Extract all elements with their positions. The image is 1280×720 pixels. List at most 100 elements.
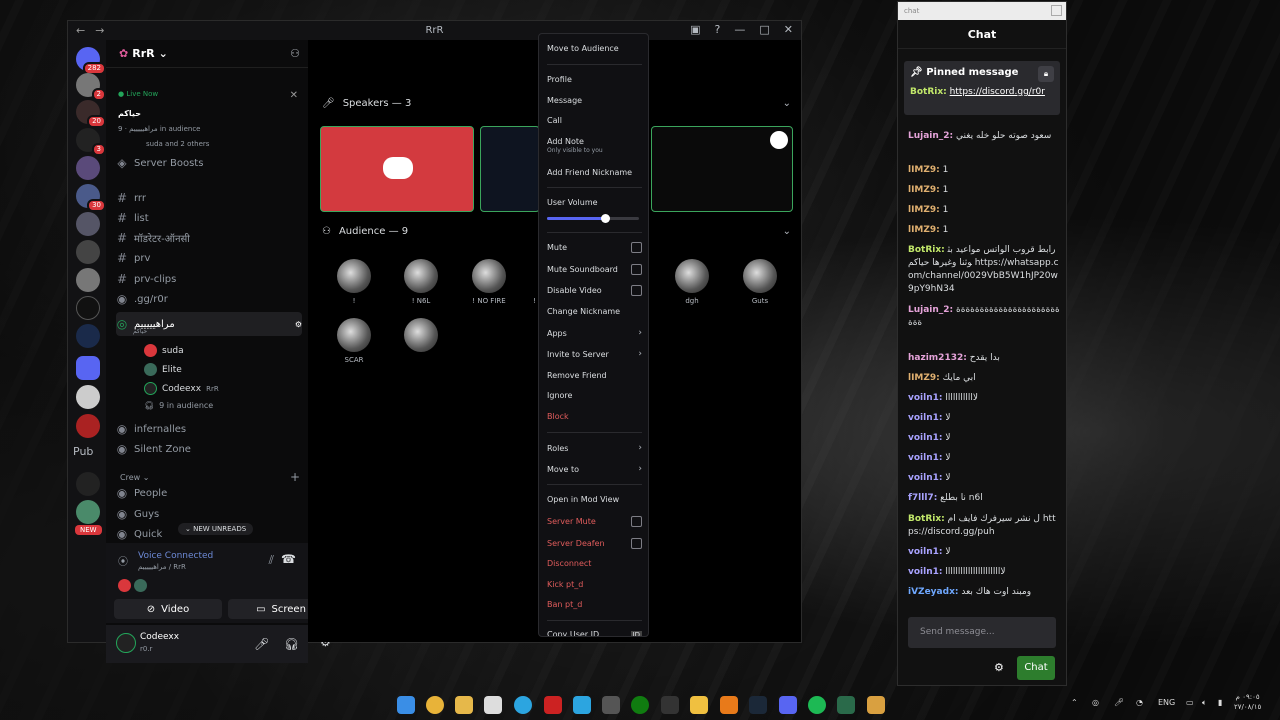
chat-input[interactable]: Send message... bbox=[908, 617, 1056, 648]
mute-soundboard-checkbox[interactable] bbox=[631, 264, 642, 275]
tray-chevron-icon[interactable]: ⌃ bbox=[1071, 698, 1078, 707]
audience-count[interactable]: 🎧︎ 9 in audience bbox=[144, 401, 213, 410]
dismiss-live-icon[interactable]: ✕ bbox=[290, 90, 298, 101]
guild-icon[interactable] bbox=[76, 156, 100, 180]
menu-apps[interactable]: Apps › bbox=[547, 328, 642, 338]
menu-message[interactable]: Message bbox=[547, 96, 642, 105]
stage-member[interactable]: suda bbox=[144, 344, 184, 357]
guild-text-pub[interactable]: Pub bbox=[73, 445, 93, 458]
noise-suppression-icon[interactable]: ⫽ bbox=[269, 553, 274, 568]
channel-prv[interactable]: # prv bbox=[116, 249, 302, 267]
chat-send-button[interactable]: Chat bbox=[1017, 656, 1055, 680]
audience-member[interactable]: Guts bbox=[743, 259, 777, 305]
server-mute-checkbox[interactable] bbox=[631, 516, 642, 527]
user-volume-slider[interactable] bbox=[547, 214, 639, 223]
microphone-icon[interactable]: 🎤︎ bbox=[254, 637, 269, 651]
guild-icon[interactable]: 30 bbox=[76, 184, 106, 212]
guild-icon[interactable]: 20 bbox=[76, 100, 106, 128]
signal-icon[interactable]: ⦿ bbox=[118, 553, 128, 568]
lock-icon[interactable]: 🔒︎ bbox=[1038, 66, 1054, 82]
channel-list[interactable]: # list bbox=[116, 209, 302, 227]
stage-channel-actions-icon[interactable]: ⚙ bbox=[295, 320, 302, 329]
menu-remove-friend[interactable]: Remove Friend bbox=[547, 371, 642, 380]
start-icon[interactable] bbox=[397, 696, 415, 714]
guild-icon[interactable]: 2 bbox=[76, 73, 106, 101]
guild-icon[interactable] bbox=[76, 385, 100, 409]
add-member-icon[interactable]: ⚇ bbox=[290, 47, 300, 60]
mute-checkbox[interactable] bbox=[631, 242, 642, 253]
volume-knob[interactable] bbox=[601, 214, 610, 223]
spotify-icon[interactable] bbox=[808, 696, 826, 714]
video-button[interactable]: ⊘ Video bbox=[114, 599, 222, 619]
menu-invite-to-server[interactable]: Invite to Server › bbox=[547, 349, 642, 359]
guild-icon[interactable] bbox=[76, 240, 100, 264]
server-header[interactable]: ✿ RrR ⌄ ⚇ bbox=[106, 40, 308, 68]
app-icon[interactable] bbox=[720, 696, 738, 714]
menu-ignore[interactable]: Ignore bbox=[547, 391, 642, 400]
file-explorer-icon[interactable] bbox=[455, 696, 473, 714]
menu-ban[interactable]: Ban pt_d bbox=[547, 600, 642, 609]
volume-icon[interactable]: 🔈︎ bbox=[1202, 698, 1207, 708]
audience-member[interactable]: SCAR bbox=[337, 318, 371, 364]
category-crew[interactable]: Crew ⌄ bbox=[120, 473, 149, 482]
menu-add-note[interactable]: Add Note Only visible to you bbox=[547, 137, 642, 157]
channel-gg-r0r[interactable]: ◉ .gg/r0r bbox=[116, 290, 302, 308]
netflix-icon[interactable] bbox=[544, 696, 562, 714]
server-boosts-link[interactable]: ◈ Server Boosts bbox=[116, 154, 302, 172]
menu-mute-soundboard[interactable]: Mute Soundboard bbox=[547, 264, 642, 275]
audience-member[interactable]: dgh bbox=[675, 259, 709, 305]
clock[interactable]: ٠٩:٠٥ م ٢٧/٠٨/١٥ bbox=[1234, 692, 1261, 712]
speaker-tile[interactable] bbox=[651, 126, 793, 212]
audience-member[interactable]: ! N6L bbox=[404, 259, 438, 305]
headphones-icon[interactable]: 🎧︎ bbox=[284, 637, 299, 651]
language-indicator[interactable]: ENG bbox=[1158, 698, 1175, 707]
guild-icon[interactable] bbox=[76, 324, 100, 348]
close-icon[interactable]: ✕ bbox=[784, 23, 793, 36]
guild-icon[interactable] bbox=[76, 472, 100, 496]
chrome-icon[interactable] bbox=[426, 696, 444, 714]
stage-member[interactable]: Elite bbox=[144, 363, 182, 376]
menu-move-to[interactable]: Move to › bbox=[547, 464, 642, 474]
disable-video-checkbox[interactable] bbox=[631, 285, 642, 296]
app-icon[interactable] bbox=[484, 696, 502, 714]
voice-channel-people[interactable]: ◉ People bbox=[116, 484, 302, 502]
collapse-speakers-icon[interactable]: ⌄ bbox=[783, 98, 791, 109]
menu-profile[interactable]: Profile bbox=[547, 75, 642, 84]
folder-icon[interactable] bbox=[76, 356, 100, 380]
menu-call[interactable]: Call bbox=[547, 116, 642, 125]
guild-icon[interactable] bbox=[76, 414, 100, 438]
tray-app-icon[interactable]: ◔ bbox=[1136, 698, 1143, 707]
help-icon[interactable]: ? bbox=[715, 23, 721, 36]
menu-copy-user-id[interactable]: Copy User ID ID bbox=[547, 630, 642, 636]
menu-disable-video[interactable]: Disable Video bbox=[547, 285, 642, 296]
guild-icon[interactable] bbox=[76, 500, 100, 524]
xbox-icon[interactable] bbox=[631, 696, 649, 714]
server-deafen-checkbox[interactable] bbox=[631, 538, 642, 549]
app-icon[interactable] bbox=[867, 696, 885, 714]
menu-block[interactable]: Block bbox=[547, 412, 642, 421]
inbox-icon[interactable]: ▣ bbox=[690, 23, 700, 36]
guild-icon[interactable] bbox=[76, 296, 100, 320]
app-icon[interactable] bbox=[661, 696, 679, 714]
add-channel-icon[interactable]: + bbox=[290, 470, 300, 484]
voice-channel-infernalles[interactable]: ◉ infernalles bbox=[116, 420, 302, 438]
menu-change-nickname[interactable]: Change Nickname bbox=[547, 307, 642, 316]
speaker-tile[interactable] bbox=[320, 126, 474, 212]
disconnect-icon[interactable]: ☎ bbox=[281, 552, 296, 566]
network-icon[interactable]: ▭ bbox=[1186, 698, 1194, 707]
user-avatar[interactable] bbox=[116, 633, 136, 653]
app-icon[interactable] bbox=[837, 696, 855, 714]
audience-member[interactable]: ! bbox=[337, 259, 371, 305]
app-icon[interactable] bbox=[690, 696, 708, 714]
channel-rrr[interactable]: # rrr bbox=[116, 189, 302, 207]
channel-moderator[interactable]: # मॉडरेटर-ऑनसी bbox=[116, 229, 302, 247]
guild-icon[interactable] bbox=[76, 268, 100, 292]
steam-icon[interactable] bbox=[749, 696, 767, 714]
chat-settings-icon[interactable]: ⚙ bbox=[994, 661, 1004, 674]
menu-kick[interactable]: Kick pt_d bbox=[547, 580, 642, 589]
new-unreads-pill[interactable]: ⌄ NEW UNREADS bbox=[178, 523, 254, 535]
discord-icon[interactable] bbox=[779, 696, 797, 714]
telegram-icon[interactable] bbox=[573, 696, 591, 714]
microphone-icon[interactable]: 🎤︎ bbox=[1114, 698, 1124, 707]
battery-icon[interactable]: ▮ bbox=[1218, 698, 1222, 707]
